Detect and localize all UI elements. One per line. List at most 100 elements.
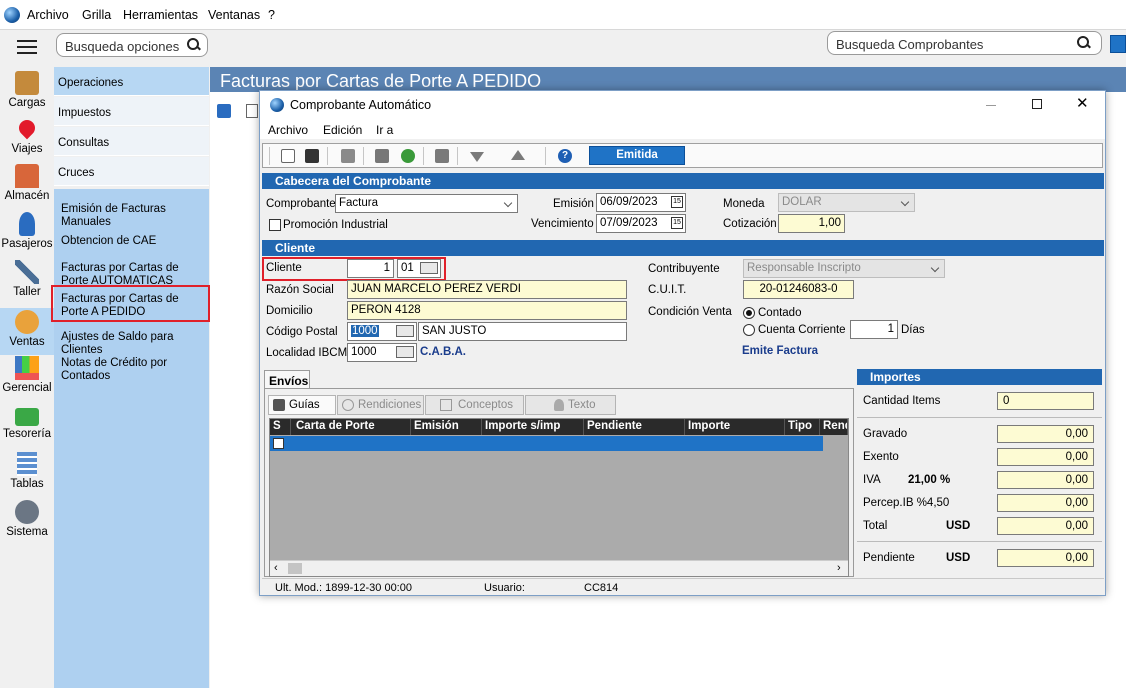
sidebar-item-gerencial[interactable]: Gerencial	[0, 356, 54, 404]
localidad-ibcm-field[interactable]: 1000	[347, 343, 417, 362]
maximize-icon[interactable]	[1032, 99, 1042, 109]
category-operaciones[interactable]: Operaciones	[54, 67, 209, 96]
lookup-icon[interactable]	[396, 325, 414, 337]
document-icon[interactable]	[246, 104, 258, 118]
domicilio-field[interactable]: PERON 4128	[347, 301, 627, 320]
option-emision-facturas-manuales[interactable]: Emisión de Facturas Manuales	[61, 203, 209, 229]
option-notas-credito-contados[interactable]: Notas de Crédito por Contados	[61, 357, 209, 383]
grid-header-carta-porte[interactable]: Carta de Porte	[291, 419, 411, 435]
sidebar-item-tesoreria[interactable]: Tesorería	[0, 404, 54, 452]
sidebar-item-cargas[interactable]: Cargas	[0, 69, 54, 117]
cuit-field[interactable]: 20-01246083-0	[743, 280, 854, 299]
grid-header-pendiente[interactable]: Pendiente	[584, 419, 685, 435]
menu-help[interactable]: ?	[268, 8, 275, 22]
help-icon[interactable]: ?	[558, 149, 572, 163]
cliente-sucursal-field[interactable]: 01	[397, 259, 441, 278]
tab-envios[interactable]: Envíos	[264, 370, 310, 389]
table-row[interactable]	[270, 436, 823, 451]
dialog-menu-archivo[interactable]: Archivo	[268, 123, 308, 137]
delete-icon[interactable]	[435, 149, 449, 163]
total-value[interactable]: 0,00	[997, 517, 1094, 535]
hamburger-menu-icon[interactable]	[17, 40, 37, 54]
dias-field[interactable]: 1	[850, 320, 898, 339]
cuenta-corriente-radio[interactable]	[743, 324, 755, 336]
edit-icon[interactable]	[217, 104, 231, 118]
stop-icon[interactable]	[375, 149, 389, 163]
menu-ventanas[interactable]: Ventanas	[208, 8, 260, 22]
minimize-icon[interactable]	[986, 105, 996, 106]
menu-archivo[interactable]: Archivo	[27, 8, 69, 22]
section-cabecera: Cabecera del Comprobante	[262, 173, 1104, 189]
cantidad-items-value[interactable]: 0	[997, 392, 1094, 410]
scroll-right-icon[interactable]: ›	[837, 562, 841, 574]
menu-grilla[interactable]: Grilla	[82, 8, 111, 22]
comprobante-select[interactable]: Factura	[335, 194, 518, 213]
category-cruces[interactable]: Cruces	[54, 157, 209, 186]
grid-header-tipo[interactable]: Tipo	[785, 419, 820, 435]
grid-header-emision[interactable]: Emisión	[411, 419, 482, 435]
calendar-icon[interactable]: 15	[671, 217, 683, 229]
subtab-texto-label: Texto	[568, 399, 596, 411]
codigo-postal-field[interactable]: 1000	[347, 322, 417, 341]
lookup-icon[interactable]	[396, 346, 414, 358]
subtab-guias[interactable]: Guías	[268, 395, 336, 415]
subtab-rendiciones[interactable]: Rendiciones	[337, 395, 424, 415]
subtab-texto[interactable]: Texto	[525, 395, 616, 415]
grid-header-s[interactable]: S	[270, 419, 291, 435]
percep-ib-value[interactable]: 0,00	[997, 494, 1094, 512]
option-facturas-cartas-porte-a-pedido[interactable]: Facturas por Cartas de Porte A PEDIDO	[61, 293, 209, 319]
scroll-left-icon[interactable]: ‹	[274, 562, 278, 574]
option-obtencion-cae[interactable]: Obtencion de CAE	[61, 235, 209, 248]
sidebar-item-taller[interactable]: Taller	[0, 260, 54, 308]
scroll-thumb[interactable]	[288, 563, 302, 574]
new-icon[interactable]	[281, 149, 295, 163]
emision-date-field[interactable]: 06/09/2023 15	[596, 193, 686, 212]
refresh-icon[interactable]	[401, 149, 415, 163]
sidebar-item-sistema[interactable]: Sistema	[0, 500, 54, 548]
search-comprobantes-input[interactable]: Busqueda Comprobantes	[827, 31, 1102, 55]
search-comprobantes-placeholder: Busqueda Comprobantes	[836, 37, 984, 52]
category-impuestos[interactable]: Impuestos	[54, 97, 209, 126]
iva-value[interactable]: 0,00	[997, 471, 1094, 489]
cliente-number-field[interactable]: 1	[347, 259, 394, 278]
search-icon[interactable]	[1077, 36, 1091, 50]
subtab-conceptos[interactable]: Conceptos	[425, 395, 524, 415]
grid-header-rend[interactable]: Rend	[820, 419, 848, 435]
moneda-select[interactable]: DOLAR	[778, 193, 915, 212]
menu-herramientas[interactable]: Herramientas	[123, 8, 198, 22]
close-icon[interactable]: ✕	[1076, 96, 1089, 111]
search-options-input[interactable]: Busqueda opciones	[56, 33, 208, 57]
sidebar-item-almacen[interactable]: Almacén	[0, 164, 54, 212]
pendiente-value[interactable]: 0,00	[997, 549, 1094, 567]
arrow-up-icon[interactable]	[511, 150, 525, 160]
grid-header-importe[interactable]: Importe	[685, 419, 785, 435]
sidebar-item-viajes[interactable]: Viajes	[0, 116, 54, 163]
arrow-down-icon[interactable]	[470, 152, 484, 162]
sidebar-item-ventas[interactable]: Ventas	[0, 308, 54, 355]
calendar-icon[interactable]: 15	[671, 196, 683, 208]
contado-radio[interactable]	[743, 307, 755, 319]
lookup-icon[interactable]	[420, 262, 438, 274]
promocion-checkbox[interactable]	[269, 219, 281, 231]
gravado-value[interactable]: 0,00	[997, 425, 1094, 443]
row-checkbox[interactable]	[273, 438, 284, 449]
search-icon[interactable]	[187, 38, 201, 52]
cotizacion-field[interactable]: 1,00	[778, 214, 845, 233]
exento-value[interactable]: 0,00	[997, 448, 1094, 466]
save-icon[interactable]	[305, 149, 319, 163]
option-ajustes-saldo-clientes[interactable]: Ajustes de Saldo para Clientes	[61, 331, 209, 357]
vencimiento-date-field[interactable]: 07/09/2023 15	[596, 214, 686, 233]
sidebar-item-pasajeros[interactable]: Pasajeros	[0, 212, 54, 260]
category-consultas[interactable]: Consultas	[54, 127, 209, 156]
envios-grid[interactable]: S Carta de Porte Emisión Importe s/imp P…	[269, 418, 849, 577]
sidebar-item-tablas[interactable]: Tablas	[0, 452, 54, 500]
grid-header-importe-simp[interactable]: Importe s/imp	[482, 419, 584, 435]
horizontal-scrollbar[interactable]: ‹ ›	[270, 560, 848, 576]
toolbar-blue-button[interactable]	[1110, 35, 1126, 53]
dialog-menu-ir-a[interactable]: Ir a	[376, 123, 393, 137]
contribuyente-select[interactable]: Responsable Inscripto	[743, 259, 945, 278]
emision-value: 06/09/2023	[600, 196, 658, 208]
dialog-menu-edicion[interactable]: Edición	[323, 123, 362, 137]
razon-social-field[interactable]: JUAN MARCELO PEREZ VERDI	[347, 280, 627, 299]
print-icon[interactable]	[341, 149, 355, 163]
